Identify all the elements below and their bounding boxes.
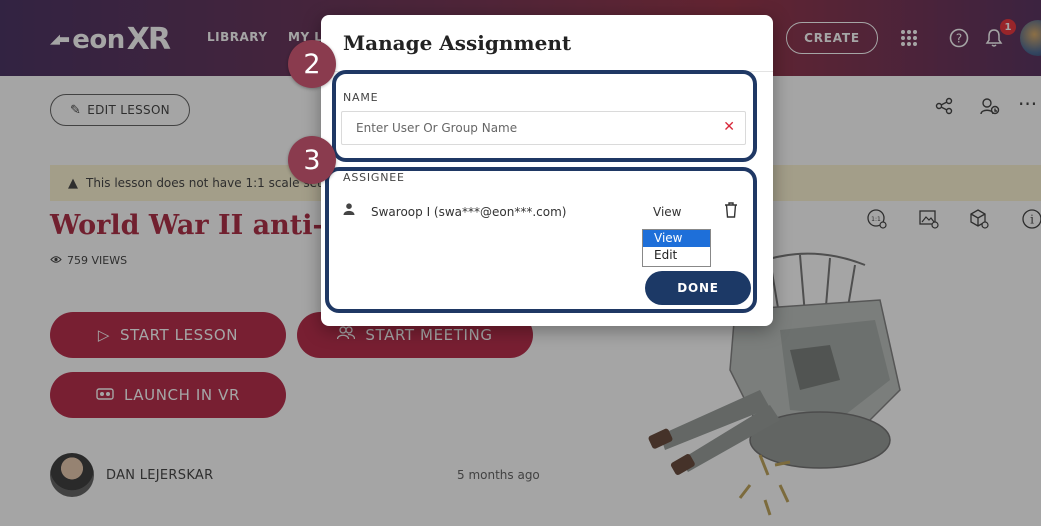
step-2-badge: 2 [288, 40, 336, 88]
dialog-title: Manage Assignment [343, 31, 572, 55]
step-3-badge: 3 [288, 136, 336, 184]
annotation-box-assignee [325, 167, 757, 313]
annotation-box-name [332, 70, 757, 162]
